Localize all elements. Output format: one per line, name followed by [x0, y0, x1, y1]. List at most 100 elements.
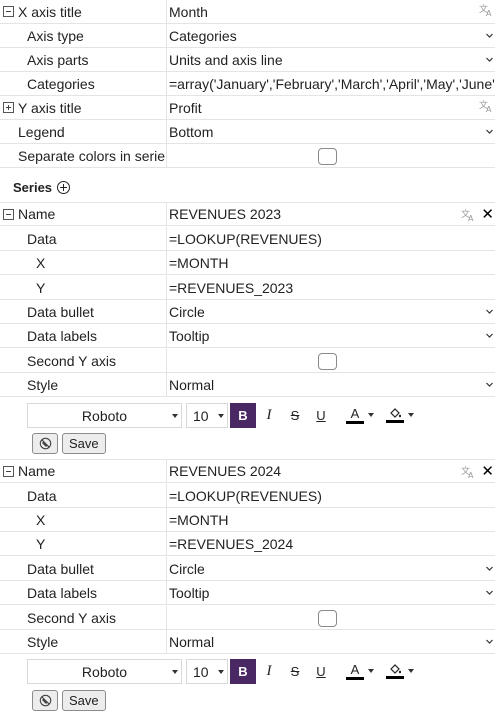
paint-bucket-icon: [390, 408, 401, 418]
translate-icon[interactable]: 文A: [461, 208, 475, 222]
text-color-icon: A: [350, 662, 360, 677]
save-button[interactable]: Save: [62, 433, 106, 454]
series-data-input[interactable]: =LOOKUP(REVENUES): [166, 227, 495, 250]
font-size-select[interactable]: 10: [186, 403, 228, 428]
legend-select[interactable]: Bottom: [166, 120, 495, 143]
series-name-value: REVENUES 2024: [169, 463, 282, 479]
axis-type-select[interactable]: Categories: [166, 24, 495, 47]
collapse-icon[interactable]: [3, 6, 14, 17]
underline-icon: U: [316, 408, 326, 423]
series-x-row: X =MONTH: [0, 508, 495, 532]
series-x-input[interactable]: =MONTH: [166, 251, 495, 274]
y-axis-title-input[interactable]: Profit 文A: [166, 96, 495, 119]
series-header-label: Series: [13, 180, 53, 195]
series-data-input[interactable]: =LOOKUP(REVENUES): [166, 484, 495, 507]
data-labels-row: Data labels Tooltip: [0, 581, 495, 605]
series-y-input[interactable]: =REVENUES_2024: [166, 532, 495, 555]
collapse-icon[interactable]: [3, 209, 14, 220]
data-labels-select[interactable]: Tooltip: [166, 324, 495, 347]
series-name-input[interactable]: REVENUES 2023 文A ✕: [166, 203, 495, 225]
data-labels-select[interactable]: Tooltip: [166, 581, 495, 604]
strikethrough-icon: S: [290, 664, 300, 679]
data-bullet-select[interactable]: Circle: [166, 557, 495, 580]
x-axis-title-input[interactable]: Month 文A: [166, 0, 495, 23]
series-y-label: Y: [36, 535, 46, 552]
style-label: Style: [27, 633, 59, 650]
svg-text:A: A: [486, 9, 492, 17]
style-select[interactable]: Normal: [166, 373, 495, 396]
style-value: Normal: [169, 376, 215, 393]
series-name-label: Name: [18, 463, 56, 479]
add-series-icon[interactable]: [57, 181, 71, 194]
save-button[interactable]: Save: [62, 690, 106, 711]
series-x-input[interactable]: =MONTH: [166, 508, 495, 531]
chevron-down-icon: [486, 33, 493, 38]
style-label: Style: [27, 376, 59, 393]
chevron-down-icon: [486, 333, 493, 338]
data-labels-label: Data labels: [27, 584, 98, 601]
second-y-axis-label: Second Y axis: [27, 609, 116, 626]
caret-down-icon: [172, 414, 178, 418]
translate-icon[interactable]: 文A: [461, 465, 475, 479]
second-y-axis-checkbox[interactable]: [318, 353, 337, 370]
bold-icon: B: [238, 664, 248, 679]
categories-value: =array('January','February','March','Apr…: [169, 75, 495, 92]
translate-icon[interactable]: 文A: [479, 3, 493, 17]
chevron-down-icon: [486, 57, 493, 62]
fill-color-button[interactable]: [380, 659, 410, 684]
clear-format-button[interactable]: [32, 690, 58, 711]
remove-series-icon[interactable]: ✕: [481, 462, 494, 480]
strikethrough-button[interactable]: S: [282, 659, 308, 684]
clear-format-button[interactable]: [32, 433, 58, 454]
series-data-label: Data: [27, 230, 57, 247]
clear-format-icon: [39, 694, 51, 707]
series-y-input[interactable]: =REVENUES_2023: [166, 276, 495, 299]
data-labels-label: Data labels: [27, 327, 98, 344]
text-color-button[interactable]: A: [338, 403, 372, 428]
series-header: Series: [13, 180, 71, 195]
font-family-select[interactable]: Roboto: [27, 659, 182, 684]
fill-color-button[interactable]: [380, 403, 410, 428]
translate-icon[interactable]: 文A: [479, 99, 493, 113]
style-select[interactable]: Normal: [166, 630, 495, 653]
axis-parts-select[interactable]: Units and axis line: [166, 48, 495, 71]
second-y-axis-cell: [166, 606, 495, 629]
caret-down-icon[interactable]: [368, 669, 374, 674]
caret-down-icon[interactable]: [408, 669, 414, 674]
remove-series-icon[interactable]: ✕: [481, 205, 494, 223]
expand-icon[interactable]: [3, 102, 14, 113]
style-row: Style Normal: [0, 373, 495, 397]
text-color-button[interactable]: A: [338, 659, 372, 684]
caret-down-icon: [218, 414, 224, 418]
bold-button[interactable]: B: [230, 659, 256, 684]
italic-button[interactable]: I: [256, 659, 282, 684]
y-axis-title-value: Profit: [169, 99, 202, 116]
chevron-down-icon: [486, 382, 493, 387]
strikethrough-button[interactable]: S: [282, 403, 308, 428]
data-bullet-value: Circle: [169, 560, 205, 577]
bold-button[interactable]: B: [230, 403, 256, 428]
data-bullet-select[interactable]: Circle: [166, 300, 495, 323]
second-y-axis-row: Second Y axis: [0, 349, 495, 373]
categories-input[interactable]: =array('January','February','March','Apr…: [166, 72, 495, 95]
x-axis-title-label: X axis title: [18, 3, 82, 20]
legend-label: Legend: [18, 123, 65, 140]
font-family-value: Roboto: [81, 407, 128, 424]
strikethrough-icon: S: [290, 408, 300, 423]
italic-button[interactable]: I: [256, 403, 282, 428]
second-y-axis-checkbox[interactable]: [318, 610, 337, 627]
y-axis-title-row: Y axis title Profit 文A: [0, 96, 495, 120]
underline-button[interactable]: U: [308, 403, 334, 428]
font-size-select[interactable]: 10: [186, 659, 228, 684]
data-labels-row: Data labels Tooltip: [0, 324, 495, 348]
save-button-label: Save: [69, 436, 99, 451]
caret-down-icon[interactable]: [368, 413, 374, 418]
caret-down-icon[interactable]: [408, 413, 414, 418]
separate-colors-checkbox[interactable]: [318, 148, 337, 165]
categories-row: Categories =array('January','February','…: [0, 72, 495, 96]
underline-button[interactable]: U: [308, 659, 334, 684]
collapse-icon[interactable]: [3, 466, 14, 477]
series-name-input[interactable]: REVENUES 2024 文A ✕: [166, 460, 495, 482]
font-family-select[interactable]: Roboto: [27, 403, 182, 428]
italic-icon: I: [266, 663, 272, 679]
